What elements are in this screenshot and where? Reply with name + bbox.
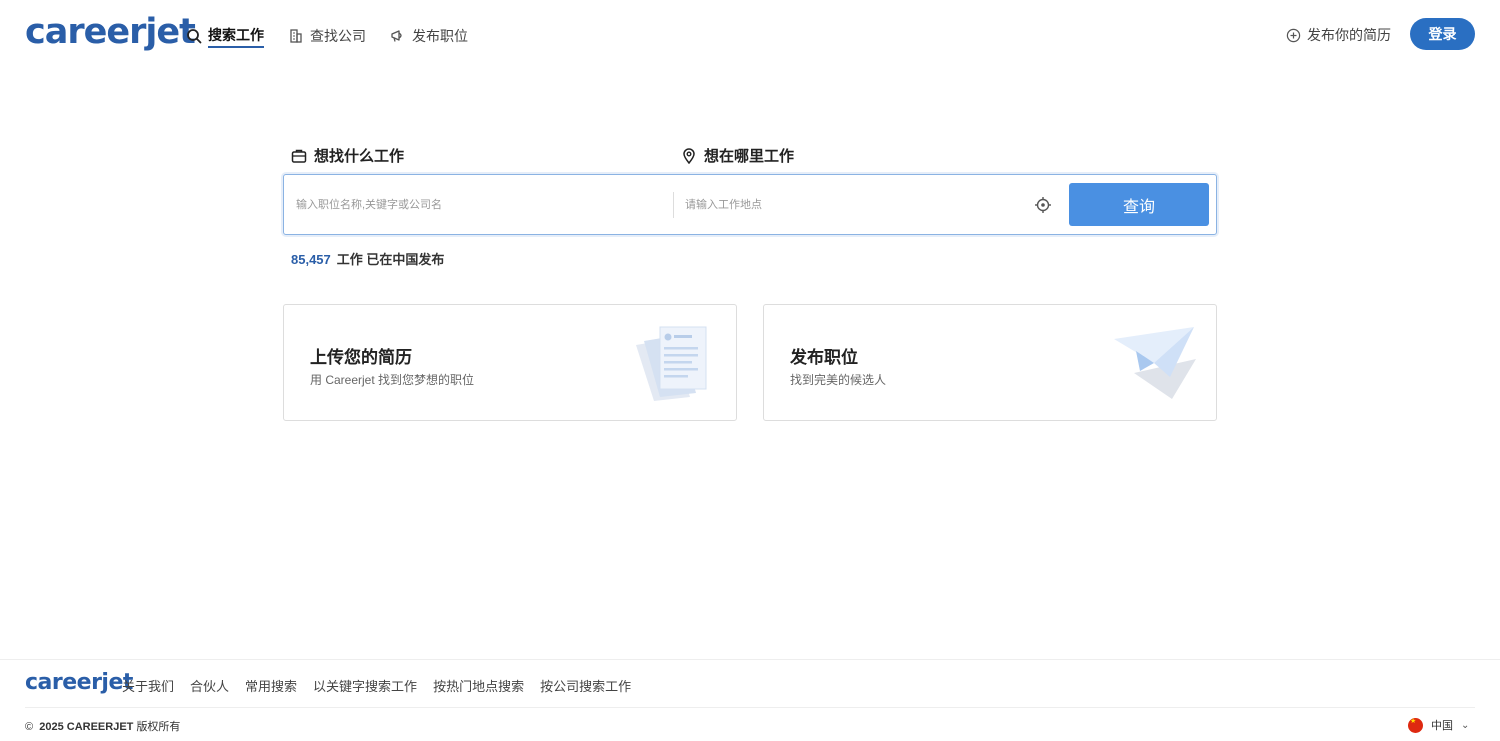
post-resume-link[interactable]: 发布你的简历	[1286, 25, 1391, 45]
divider	[673, 192, 674, 218]
job-count-text: 工作 已在中国发布	[336, 252, 445, 267]
nav-find-companies[interactable]: 查找公司	[288, 24, 366, 48]
nav-post-job[interactable]: 发布职位	[390, 24, 468, 48]
upload-resume-card[interactable]: 上传您的简历 用 Careerjet 找到您梦想的职位	[283, 304, 737, 421]
search-icon	[187, 29, 202, 44]
copyright: © 2025 CAREERJET 版权所有	[25, 721, 181, 733]
card-subtitle: 用 Careerjet 找到您梦想的职位	[310, 373, 475, 387]
plus-circle-icon	[1286, 28, 1301, 42]
footer-divider	[25, 707, 1475, 708]
footer-logo[interactable]: careerjet	[25, 670, 133, 695]
copyright-year: 2025 CAREERJET	[39, 721, 134, 733]
footer-links: 关于我们 合伙人 常用搜索 以关键字搜索工作 按热门地点搜索 按公司搜索工作	[122, 676, 631, 695]
careerjet-logo[interactable]: careerjet	[25, 12, 196, 52]
country-label: 中国	[1431, 720, 1453, 732]
nav-label: 发布职位	[412, 28, 468, 44]
building-icon	[290, 29, 302, 43]
footer-link-about[interactable]: 关于我们	[122, 676, 174, 695]
card-title: 发布职位	[790, 348, 858, 367]
site-header: careerjet 搜索工作 查找公司 发布职位 发布你的简历 登录	[0, 0, 1500, 70]
chevron-down-icon: ⌄	[1461, 719, 1470, 731]
card-title: 上传您的简历	[310, 348, 412, 367]
nav-search-jobs[interactable]: 搜索工作	[186, 24, 264, 48]
footer-link-keyword-search[interactable]: 以关键字搜索工作	[313, 676, 417, 695]
search-button[interactable]: 查询	[1069, 183, 1209, 226]
nav-label: 查找公司	[310, 28, 366, 44]
nav-label: 搜索工作	[208, 25, 264, 48]
login-button[interactable]: 登录	[1410, 18, 1475, 50]
search-labels: 想找什么工作 想在哪里工作	[291, 145, 1191, 165]
footer-link-location-search[interactable]: 按热门地点搜索	[433, 676, 524, 695]
footer-link-partners[interactable]: 合伙人	[190, 676, 229, 695]
footer-link-company-search[interactable]: 按公司搜索工作	[540, 676, 631, 695]
copyright-suffix: 版权所有	[136, 721, 181, 733]
where-label: 想在哪里工作	[681, 145, 794, 166]
post-job-card[interactable]: 发布职位 找到完美的候选人	[763, 304, 1217, 421]
job-count: 85,457 工作 已在中国发布	[291, 249, 444, 268]
job-keyword-input[interactable]	[296, 189, 666, 221]
post-resume-label: 发布你的简历	[1307, 27, 1391, 43]
job-count-number[interactable]: 85,457	[291, 252, 331, 267]
paper-plane-icon	[1114, 327, 1196, 399]
resume-documents-icon	[636, 326, 707, 401]
locate-me-icon[interactable]	[1034, 196, 1052, 214]
china-flag-icon	[1408, 717, 1423, 733]
location-pin-icon	[683, 147, 695, 164]
location-input[interactable]	[685, 189, 1025, 221]
card-subtitle: 找到完美的候选人	[790, 373, 887, 387]
site-footer: careerjet 关于我们 合伙人 常用搜索 以关键字搜索工作 按热门地点搜索…	[0, 659, 1500, 741]
main-nav: 搜索工作 查找公司 发布职位	[186, 24, 468, 48]
footer-link-common-searches[interactable]: 常用搜索	[245, 676, 297, 695]
search-box: 查询	[283, 174, 1217, 235]
what-label: 想找什么工作	[291, 145, 404, 166]
briefcase-icon	[291, 149, 307, 163]
megaphone-icon	[391, 30, 402, 42]
country-selector[interactable]: 中国 ⌄	[1408, 717, 1469, 733]
